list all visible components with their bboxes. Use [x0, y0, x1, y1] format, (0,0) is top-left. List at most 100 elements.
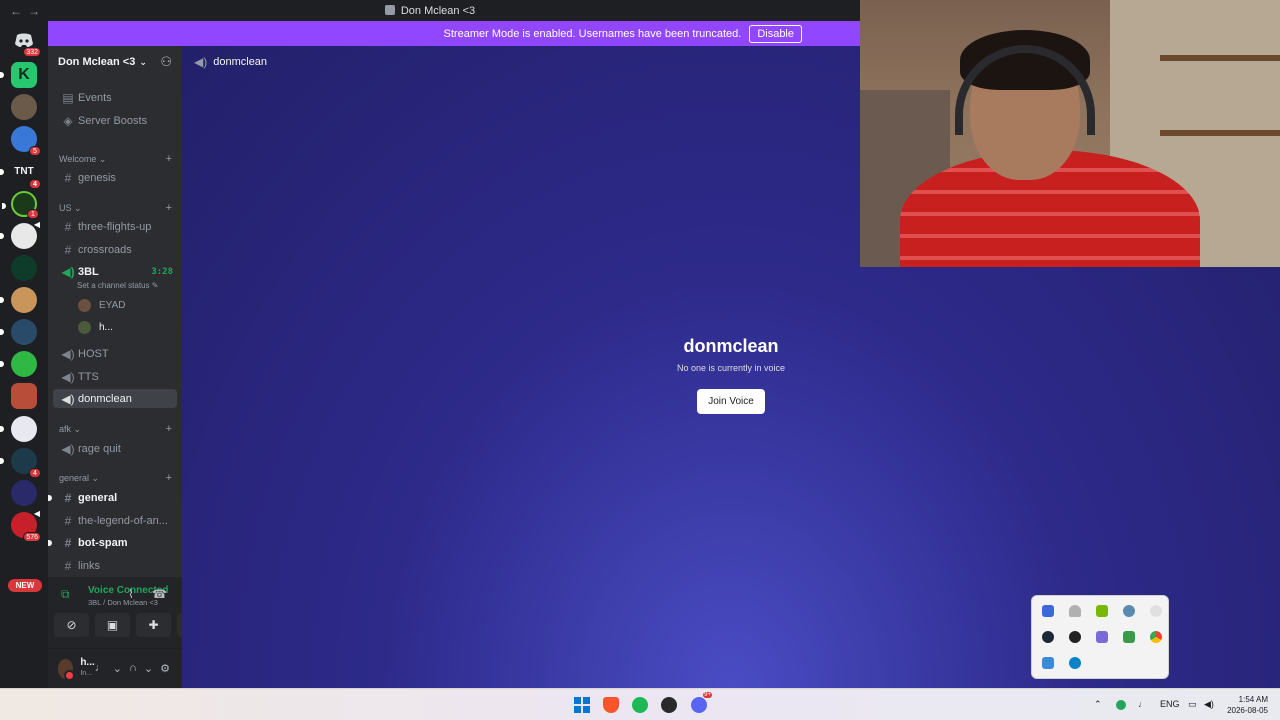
category-us[interactable]: US ⌄ + [53, 201, 177, 215]
chevron-down-icon[interactable]: ⌄ [144, 662, 153, 675]
headphones-icon[interactable]: ∩ [129, 662, 137, 675]
nvidia-icon[interactable] [1096, 605, 1108, 617]
server-avatar-10[interactable]: 4 [0, 448, 41, 478]
unread-dot [48, 540, 52, 546]
steam-icon[interactable] [1042, 631, 1054, 643]
join-voice-button[interactable]: Join Voice [697, 389, 765, 414]
category-welcome[interactable]: Welcome ⌄ + [53, 152, 177, 166]
network-icon[interactable]: ▭ [1188, 699, 1197, 710]
voice-channel-tts[interactable]: ◀) TTS [53, 367, 177, 386]
tray-app-icon[interactable] [1042, 605, 1054, 617]
gear-icon[interactable]: ⚙ [160, 662, 170, 675]
server-w[interactable]: 1 [2, 191, 39, 219]
voice-channel-host[interactable]: ◀) HOST [53, 344, 177, 363]
category-general[interactable]: general ⌄ + [53, 471, 177, 485]
server-rail: 332 K 5 TNT 4 1 ◀ 4 ◀ 576 NEW [0, 21, 48, 688]
unread-pip [0, 329, 4, 335]
tray-app-icon[interactable] [1096, 631, 1108, 643]
edge-icon[interactable] [1069, 657, 1081, 669]
signal-icon[interactable]: ⧉ [61, 587, 75, 601]
disconnect-icon[interactable]: ☎ [152, 587, 167, 601]
server-avatar-4[interactable] [11, 255, 37, 281]
disable-streamer-button[interactable]: Disable [749, 24, 802, 43]
server-boosts-item[interactable]: ◈ Server Boosts [53, 111, 177, 130]
volume-icon[interactable]: ◀) [1204, 699, 1214, 710]
channel-the-legend[interactable]: # the-legend-of-an... [53, 511, 177, 530]
channel-crossroads[interactable]: # crossroads [53, 240, 177, 259]
new-servers-badge[interactable]: NEW [8, 579, 42, 592]
add-channel-icon[interactable]: + [166, 423, 172, 435]
server-avatar-9[interactable] [0, 416, 37, 442]
events-item[interactable]: ▤ Events [53, 88, 177, 107]
add-channel-icon[interactable]: + [166, 153, 172, 165]
microphone-icon[interactable]: ♩ [1138, 699, 1147, 709]
voice-member-h[interactable]: h... [78, 318, 113, 336]
status-icon[interactable] [1116, 700, 1126, 710]
channel-bot-spam[interactable]: # bot-spam [48, 533, 177, 552]
guild-header[interactable]: Don Mclean <3 ⌄ ⚇ [48, 46, 182, 78]
tray-app-icon[interactable] [1042, 657, 1054, 669]
server-avatar-5[interactable] [0, 287, 37, 313]
server-avatar-1[interactable] [11, 94, 37, 120]
server-avatar-6[interactable] [0, 319, 37, 345]
screen-share-button[interactable]: ▣ [95, 613, 130, 637]
voice-channel-rage-quit[interactable]: ◀) rage quit [53, 439, 177, 458]
tray-app-icon[interactable] [1123, 631, 1135, 643]
server-avatar-3[interactable]: ◀ [0, 220, 40, 249]
chrome-icon[interactable] [1150, 631, 1162, 643]
activities-icon: ✚ [148, 618, 159, 632]
server-avatar-7[interactable] [0, 351, 37, 377]
server-avatar-12[interactable]: ◀ 576 [11, 509, 41, 542]
discord-taskbar-icon[interactable]: 9+ [691, 692, 712, 713]
activities-button[interactable]: ✚ [136, 613, 171, 637]
tray-app-icon[interactable] [1150, 605, 1162, 617]
add-channel-icon[interactable]: + [166, 472, 172, 484]
user-info[interactable]: h... In... [80, 658, 94, 679]
server-avatar-8[interactable] [11, 383, 37, 409]
spotify-icon[interactable] [632, 697, 648, 713]
onedrive-icon[interactable] [1069, 605, 1081, 617]
tray-app-icon[interactable] [1123, 605, 1135, 617]
channel-label: three-flights-up [78, 220, 152, 233]
user-controls: ♩ ⌄ ∩ ⌄ ⚙ [95, 662, 170, 675]
server-avatar-11[interactable] [11, 480, 37, 506]
channel-links[interactable]: # links [53, 556, 177, 575]
clock[interactable]: 1:54 AM 2026-08-05 [1222, 694, 1268, 716]
camera-toggle-button[interactable]: ⊘ [54, 613, 89, 637]
channel-general[interactable]: # general [48, 488, 177, 507]
voice-channel-donmclean[interactable]: ◀) donmclean [53, 389, 177, 408]
avatar[interactable] [58, 658, 76, 681]
invite-people-icon[interactable]: ⚇ [160, 54, 172, 70]
voice-status-sub[interactable]: 3BL / Don Mclean <3 [88, 598, 158, 607]
channel-three-flights-up[interactable]: # three-flights-up [53, 217, 177, 236]
guild-name: Don Mclean <3 [58, 56, 136, 68]
guild-name-wrap: Don Mclean <3 ⌄ [58, 56, 147, 68]
windows-logo-icon [574, 697, 581, 704]
home-unread-badge: 332 [23, 47, 41, 57]
add-channel-icon[interactable]: + [166, 202, 172, 214]
brave-icon[interactable] [603, 697, 619, 713]
microphone-icon[interactable]: ♩ [95, 662, 106, 675]
category-afk[interactable]: afk ⌄ + [53, 422, 177, 436]
server-badge: 576 [23, 532, 41, 542]
home-button[interactable]: 332 [11, 27, 41, 57]
channel-label: rage quit [78, 442, 121, 455]
language-indicator[interactable]: ENG [1160, 699, 1180, 709]
server-badge: 5 [29, 146, 41, 156]
start-button[interactable] [574, 697, 590, 713]
hash-icon: # [64, 513, 72, 528]
server-avatar-2[interactable]: 5 [11, 126, 41, 156]
tray-app-icon[interactable] [1069, 631, 1081, 643]
server-k[interactable]: K [0, 62, 37, 88]
channel-genesis[interactable]: # genesis [53, 168, 177, 187]
voice-member-eyad[interactable]: EYAD [78, 296, 126, 314]
channel-status-prompt[interactable]: Set a channel status ✎ [77, 281, 158, 290]
obs-icon[interactable] [661, 697, 677, 713]
voice-channel-3bl[interactable]: ◀) 3BL 3:28 [53, 262, 177, 281]
noise-suppression-icon[interactable]: ⌇ [128, 587, 134, 601]
chevron-down-icon[interactable]: ⌄ [113, 662, 122, 675]
server-tnt[interactable]: TNT 4 [0, 159, 41, 189]
channel-status-text: Set a channel status [77, 281, 150, 290]
tray-chevron-icon[interactable]: ⌃ [1094, 699, 1102, 710]
category-label: Welcome [59, 154, 97, 164]
